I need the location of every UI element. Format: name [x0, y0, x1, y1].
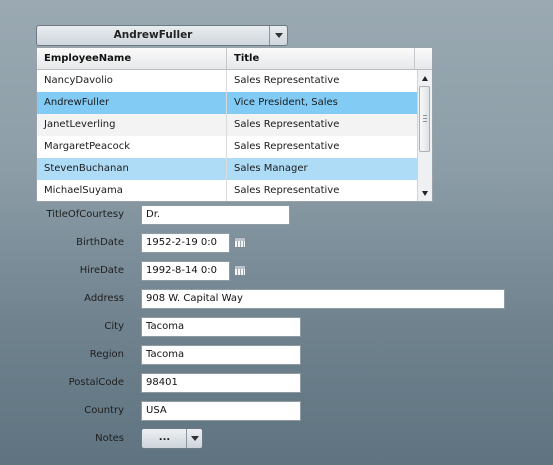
employee-name-cell: JanetLeverling	[37, 114, 227, 136]
grid-vertical-scrollbar[interactable]	[417, 70, 432, 201]
grid-header: EmployeeName Title	[37, 48, 432, 70]
country-label: Country	[84, 405, 124, 416]
arrow-down-icon	[422, 190, 428, 196]
title-cell: Sales Manager	[234, 163, 308, 174]
chevron-down-icon	[274, 33, 283, 38]
title-cell: Sales Representative	[234, 141, 340, 152]
title-cell: Sales Representative	[234, 119, 340, 130]
employee-selector[interactable]: AndrewFuller	[36, 25, 288, 46]
address-label: Address	[84, 293, 124, 304]
table-row-hover[interactable]: StevenBuchanan Sales Manager	[37, 158, 417, 180]
employee-selector-value: AndrewFuller	[113, 29, 193, 41]
table-row-selected[interactable]: AndrewFuller Vice President, Sales	[37, 92, 417, 114]
table-row[interactable]: MichaelSuyama Sales Representative	[37, 180, 417, 201]
employee-name-cell: MargaretPeacock	[37, 136, 227, 158]
title-of-courtesy-field[interactable]: Dr.	[141, 205, 290, 225]
calendar-icon[interactable]	[234, 265, 246, 276]
hire-date-label: HireDate	[79, 265, 124, 276]
employee-grid: EmployeeName Title NancyDavolio Sales Re…	[36, 47, 433, 202]
grip-line	[423, 121, 427, 122]
birth-date-field[interactable]: 1952-2-19 0:0	[141, 233, 230, 253]
region-label: Region	[89, 349, 124, 360]
calendar-icon[interactable]	[234, 237, 246, 248]
country-field[interactable]: USA	[141, 401, 301, 421]
region-field[interactable]: Tacoma	[141, 345, 301, 365]
table-row[interactable]: JanetLeverling Sales Representative	[37, 114, 417, 136]
employee-name-cell: NancyDavolio	[37, 70, 227, 92]
chevron-down-icon	[190, 436, 199, 441]
city-field[interactable]: Tacoma	[141, 317, 301, 337]
title-cell: Sales Representative	[234, 75, 340, 86]
scrollbar-thumb[interactable]	[419, 86, 430, 152]
grip-line	[423, 118, 427, 119]
column-header-employee-name[interactable]: EmployeeName	[37, 48, 227, 69]
employee-name-cell: MichaelSuyama	[37, 180, 227, 201]
notes-button-label: ...	[158, 432, 171, 443]
scroll-up-button[interactable]	[418, 71, 432, 85]
title-cell: Vice President, Sales	[234, 97, 338, 108]
city-label: City	[104, 321, 124, 332]
arrow-up-icon	[422, 75, 428, 81]
address-field[interactable]: 908 W. Capital Way	[141, 289, 505, 309]
notes-label: Notes	[95, 433, 124, 444]
column-header-title[interactable]: Title	[227, 48, 415, 69]
grid-rows: NancyDavolio Sales Representative Andrew…	[37, 70, 417, 201]
notes-button[interactable]: ...	[141, 428, 203, 449]
postal-code-label: PostalCode	[68, 377, 124, 388]
hire-date-field[interactable]: 1992-8-14 0:0	[141, 261, 230, 281]
employee-name-cell: StevenBuchanan	[37, 158, 227, 180]
scroll-down-button[interactable]	[418, 186, 432, 200]
employee-name-cell: AndrewFuller	[37, 92, 227, 114]
table-row[interactable]: MargaretPeacock Sales Representative	[37, 136, 417, 158]
postal-code-field[interactable]: 98401	[141, 373, 301, 393]
notes-dropdown-button[interactable]	[186, 429, 202, 448]
table-row[interactable]: NancyDavolio Sales Representative	[37, 70, 417, 92]
birth-date-label: BirthDate	[76, 237, 124, 248]
grip-line	[423, 115, 427, 116]
employee-selector-dropdown-button[interactable]	[269, 26, 287, 45]
title-of-courtesy-label: TitleOfCourtesy	[46, 209, 124, 220]
title-cell: Sales Representative	[234, 185, 340, 196]
